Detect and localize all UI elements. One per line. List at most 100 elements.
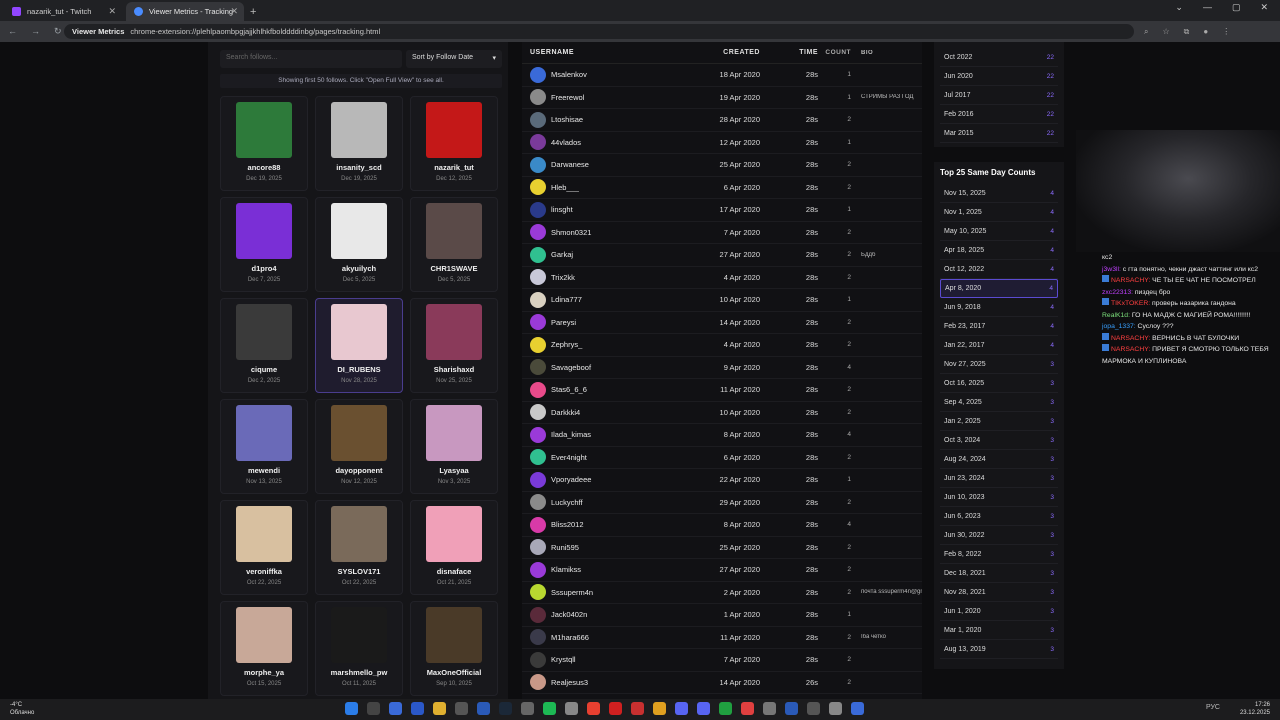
same-day-row[interactable]: Nov 1, 2025 4 (940, 203, 1058, 222)
username[interactable]: Krystqll (551, 655, 576, 664)
table-row[interactable]: Stas6_6_6 11 Apr 2020 28s 2 (522, 379, 922, 402)
chat-username[interactable]: TIKxTOKER: (1111, 300, 1150, 307)
follow-card[interactable]: DI_RUBENS Nov 28, 2025 (315, 298, 403, 393)
same-day-row[interactable]: Nov 28, 2021 3 (940, 583, 1058, 602)
table-row[interactable]: Klamikss 27 Apr 2020 28s 2 (522, 559, 922, 582)
app-icon[interactable] (741, 702, 754, 715)
notepad-icon[interactable] (477, 702, 490, 715)
search-follows-input[interactable]: Search follows... (220, 50, 402, 68)
same-day-row[interactable]: Jan 22, 2017 4 (940, 336, 1058, 355)
table-row[interactable]: Hleb___ 6 Apr 2020 28s 2 (522, 177, 922, 199)
chat-username[interactable]: NARSACHY: (1111, 335, 1150, 342)
username[interactable]: Darkkki4 (551, 408, 580, 417)
new-tab-button[interactable]: + (250, 6, 256, 18)
app-icon[interactable] (653, 702, 666, 715)
same-day-row[interactable]: May 10, 2025 4 (940, 222, 1058, 241)
same-day-row[interactable]: Oct 16, 2025 3 (940, 374, 1058, 393)
menu-icon[interactable]: ⋮ (1222, 27, 1230, 37)
table-row[interactable]: Ldina777 10 Apr 2020 28s 1 (522, 289, 922, 312)
same-day-row[interactable]: Mar 1, 2020 3 (940, 621, 1058, 640)
chevron-down-icon[interactable]: ⌄ (1175, 2, 1183, 13)
discord-icon[interactable] (675, 702, 688, 715)
extensions-icon[interactable]: ⧉ (1184, 27, 1190, 37)
username[interactable]: Ldina777 (551, 295, 582, 304)
same-day-row[interactable]: Jun 9, 2018 4 (940, 298, 1058, 317)
username[interactable]: Luckychff (551, 498, 583, 507)
reload-icon[interactable]: ↻ (54, 26, 62, 37)
discord-icon[interactable] (697, 702, 710, 715)
omnibox[interactable]: Viewer Metrics chrome-extension://plehlp… (64, 24, 1134, 39)
table-row[interactable]: linsght 17 Apr 2020 28s 1 (522, 199, 922, 222)
tab-twitch[interactable]: nazarik_tut - Twitch ✕ (4, 2, 122, 21)
follow-card[interactable]: dayopponent Nov 12, 2025 (315, 399, 403, 494)
username[interactable]: Ltoshisae (551, 115, 583, 124)
table-row[interactable]: Zephrys_ 4 Apr 2020 28s 2 (522, 334, 922, 357)
explorer-icon[interactable] (433, 702, 446, 715)
chrome-icon[interactable] (587, 702, 600, 715)
table-row[interactable]: Luckychff 29 Apr 2020 28s 2 (522, 492, 922, 514)
app-icon[interactable] (829, 702, 842, 715)
username[interactable]: Shmon0321 (551, 228, 591, 237)
sort-select[interactable]: Sort by Follow Date ▾ (406, 50, 502, 68)
table-row[interactable]: Runi595 25 Apr 2020 28s 2 (522, 537, 922, 559)
follow-card[interactable]: nazarik_tut Dec 12, 2025 (410, 96, 498, 191)
same-day-row[interactable]: Feb 8, 2022 3 (940, 545, 1058, 564)
table-row[interactable]: Garkaj 27 Apr 2020 28s 2 Бддб (522, 244, 922, 267)
close-icon[interactable]: ✕ (1260, 2, 1268, 13)
url-text[interactable]: chrome-extension://plehlpaombpgjajjkhlhk… (130, 27, 380, 36)
chat-username[interactable]: zxc22313: (1102, 289, 1133, 296)
table-row[interactable]: M1hara666 11 Apr 2020 28s 2 Iба четко (522, 627, 922, 649)
follow-card[interactable]: marshmello_pw Oct 11, 2025 (315, 601, 403, 696)
username[interactable]: Runi595 (551, 543, 579, 552)
follow-card[interactable]: insanity_scd Dec 19, 2025 (315, 96, 403, 191)
close-icon[interactable]: ✕ (230, 6, 238, 17)
username[interactable]: Ever4night (551, 453, 587, 462)
same-day-row[interactable]: Jun 6, 2023 3 (940, 507, 1058, 526)
same-day-row[interactable]: Jan 2, 2025 3 (940, 412, 1058, 431)
username[interactable]: Hleb___ (551, 183, 579, 192)
same-day-row[interactable]: Feb 23, 2017 4 (940, 317, 1058, 336)
username[interactable]: Realjesus3 (551, 678, 588, 687)
close-icon[interactable]: ✕ (108, 6, 116, 17)
zoom-icon[interactable]: ⌕ (1144, 27, 1148, 37)
search-icon[interactable] (367, 702, 380, 715)
same-day-row[interactable]: Oct 12, 2022 4 (940, 260, 1058, 279)
forward-icon[interactable]: → (31, 26, 40, 37)
clock[interactable]: 17:26 23.12.2025 (1240, 701, 1270, 717)
same-day-row[interactable]: Apr 8, 2020 4 (940, 279, 1058, 298)
username[interactable]: Pareysi (551, 318, 576, 327)
follow-card[interactable]: d1pro4 Dec 7, 2025 (220, 197, 308, 292)
steam-icon[interactable] (499, 702, 512, 715)
table-row[interactable]: Savageboof 9 Apr 2020 28s 4 (522, 357, 922, 379)
username[interactable]: Zephrys_ (551, 340, 582, 349)
app-icon[interactable] (631, 702, 644, 715)
table-row[interactable]: Ever4night 6 Apr 2020 28s 2 (522, 447, 922, 469)
username[interactable]: Klamikss (551, 565, 581, 574)
username[interactable]: Trix2kk (551, 273, 575, 282)
username[interactable]: Savageboof (551, 363, 591, 372)
table-row[interactable]: Darkkki4 10 Apr 2020 28s 2 (522, 402, 922, 424)
username[interactable]: Bliss2012 (551, 520, 584, 529)
same-day-row[interactable]: Apr 18, 2025 4 (940, 241, 1058, 260)
follow-card[interactable]: morphe_ya Oct 15, 2025 (220, 601, 308, 696)
table-row[interactable]: Jack0402n 1 Apr 2020 28s 1 (522, 604, 922, 627)
follow-card[interactable]: SYSLOV171 Oct 22, 2025 (315, 500, 403, 595)
app-icon[interactable] (851, 702, 864, 715)
same-day-row[interactable]: Sep 4, 2025 3 (940, 393, 1058, 412)
table-row[interactable]: Krystqll 7 Apr 2020 28s 2 (522, 649, 922, 672)
username[interactable]: M1hara666 (551, 633, 589, 642)
maximize-icon[interactable]: ▢ (1232, 2, 1241, 13)
table-row[interactable]: Pareysi 14 Apr 2020 28s 2 (522, 312, 922, 334)
minecraft-icon[interactable] (719, 702, 732, 715)
table-row[interactable]: Msalenkov 18 Apr 2020 28s 1 (522, 64, 922, 87)
minimize-icon[interactable]: — (1203, 2, 1212, 13)
chat-username[interactable]: RealK1d: (1102, 312, 1130, 319)
username[interactable]: Stas6_6_6 (551, 385, 587, 394)
follow-card[interactable]: CHR1SWAVE Dec 5, 2025 (410, 197, 498, 292)
same-day-row[interactable]: Jun 30, 2022 3 (940, 526, 1058, 545)
follow-card[interactable]: ancore88 Dec 19, 2025 (220, 96, 308, 191)
same-day-row[interactable]: Oct 3, 2024 3 (940, 431, 1058, 450)
tray-icons[interactable]: РУС (1206, 704, 1220, 711)
col-created[interactable]: CREATED (674, 49, 760, 56)
username[interactable]: Garkaj (551, 250, 573, 259)
